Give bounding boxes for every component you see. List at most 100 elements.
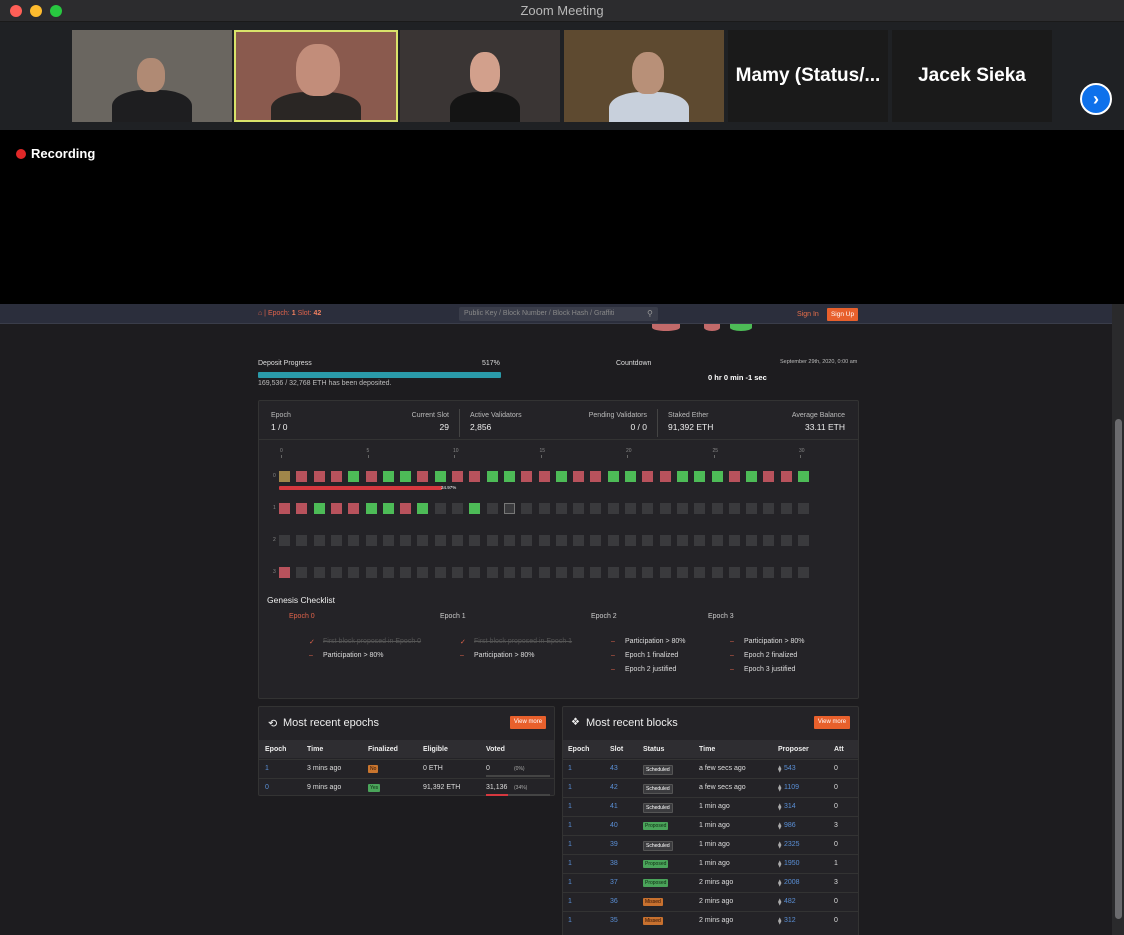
slot-square[interactable] <box>417 535 429 546</box>
slot-square[interactable] <box>694 567 706 578</box>
slot-square[interactable] <box>694 503 706 514</box>
block-proposer-link[interactable]: 312 <box>784 917 796 924</box>
slot-square[interactable] <box>676 567 688 578</box>
slot-square[interactable] <box>469 471 481 482</box>
block-proposer-link[interactable]: 1109 <box>784 784 799 791</box>
block-epoch-link[interactable]: 1 <box>568 822 572 829</box>
slot-square[interactable] <box>763 471 775 482</box>
sign-up-button[interactable]: Sign Up <box>827 308 858 321</box>
checklist-header-epoch-1[interactable]: Epoch 1 <box>440 613 466 620</box>
slot-square[interactable] <box>573 503 585 514</box>
block-proposer-link[interactable]: 1950 <box>784 860 800 867</box>
participant-video-2[interactable] <box>234 30 398 122</box>
slot-square[interactable] <box>625 535 636 546</box>
slot-square[interactable] <box>538 503 550 514</box>
slot-square[interactable] <box>382 471 394 482</box>
slot-square[interactable] <box>365 471 377 482</box>
block-slot-link[interactable]: 39 <box>610 841 618 848</box>
slot-square[interactable] <box>780 535 792 546</box>
slot-square[interactable] <box>503 471 515 482</box>
block-epoch-link[interactable]: 1 <box>568 917 572 924</box>
slot-square[interactable] <box>279 471 290 482</box>
slot-square[interactable] <box>798 535 809 546</box>
slot-square[interactable] <box>711 535 723 546</box>
slot-square[interactable] <box>798 503 809 514</box>
block-epoch-link[interactable]: 1 <box>568 898 572 905</box>
slot-square[interactable] <box>486 567 498 578</box>
slot-square[interactable] <box>798 567 809 578</box>
slot-square[interactable] <box>486 535 498 546</box>
slot-square[interactable] <box>365 535 377 546</box>
scrollbar-thumb[interactable] <box>1115 419 1122 919</box>
block-slot-link[interactable]: 41 <box>610 803 618 810</box>
slot-square[interactable] <box>538 535 550 546</box>
search-input[interactable]: Public Key / Block Number / Block Hash /… <box>459 307 658 321</box>
slot-square[interactable] <box>486 503 498 514</box>
slot-square[interactable] <box>538 471 550 482</box>
block-slot-link[interactable]: 43 <box>610 765 618 772</box>
slot-square[interactable] <box>676 503 688 514</box>
slot-square[interactable] <box>400 567 412 578</box>
slot-square[interactable] <box>763 567 775 578</box>
slot-square[interactable] <box>607 567 619 578</box>
slot-square[interactable] <box>313 567 325 578</box>
slot-square[interactable] <box>400 503 412 514</box>
slot-square[interactable] <box>365 567 377 578</box>
checklist-header-epoch-2[interactable]: Epoch 2 <box>591 613 617 620</box>
slot-square[interactable] <box>469 503 481 514</box>
slot-square[interactable] <box>296 471 308 482</box>
slot-square[interactable] <box>434 535 446 546</box>
slot-square[interactable] <box>607 535 619 546</box>
block-slot-link[interactable]: 38 <box>610 860 618 867</box>
slot-square[interactable] <box>521 535 533 546</box>
slot-square[interactable] <box>400 471 412 482</box>
slot-square[interactable] <box>746 503 758 514</box>
block-proposer-link[interactable]: 482 <box>784 898 796 905</box>
slot-square[interactable] <box>503 567 515 578</box>
slot-square[interactable] <box>728 535 740 546</box>
slot-square[interactable] <box>452 471 463 482</box>
block-proposer-link[interactable]: 2008 <box>784 879 800 886</box>
slot-square[interactable] <box>503 503 515 514</box>
block-proposer-link[interactable]: 314 <box>784 803 796 810</box>
block-proposer-link[interactable]: 2325 <box>784 841 800 848</box>
slot-square[interactable] <box>434 503 446 514</box>
slot-square[interactable] <box>417 503 429 514</box>
participant-name-tile-1[interactable]: Mamy (Status/... <box>728 30 888 122</box>
slot-square[interactable] <box>590 567 602 578</box>
slot-square[interactable] <box>521 503 533 514</box>
participant-name-tile-2[interactable]: Jacek Sieka <box>892 30 1052 122</box>
slot-square[interactable] <box>417 567 429 578</box>
block-slot-link[interactable]: 35 <box>610 917 618 924</box>
slot-square[interactable] <box>728 471 740 482</box>
slot-square[interactable] <box>746 567 758 578</box>
slot-square[interactable] <box>676 535 688 546</box>
slot-square[interactable] <box>659 471 671 482</box>
slot-square[interactable] <box>763 535 775 546</box>
slot-square[interactable] <box>365 503 377 514</box>
slot-square[interactable] <box>659 503 671 514</box>
block-epoch-link[interactable]: 1 <box>568 860 572 867</box>
slot-square[interactable] <box>434 471 446 482</box>
epochs-view-more-button[interactable]: View more <box>510 716 546 729</box>
slot-square[interactable] <box>469 567 481 578</box>
epoch-link[interactable]: 1 <box>265 765 269 772</box>
checklist-header-epoch-3[interactable]: Epoch 3 <box>708 613 734 620</box>
slot-square[interactable] <box>763 503 775 514</box>
slot-square[interactable] <box>711 567 723 578</box>
search-icon[interactable]: ⚲ <box>647 309 653 318</box>
slot-square[interactable] <box>348 567 360 578</box>
slot-square[interactable] <box>642 535 654 546</box>
slot-square[interactable] <box>330 471 342 482</box>
slot-square[interactable] <box>625 567 636 578</box>
slot-square[interactable] <box>590 535 602 546</box>
slot-square[interactable] <box>798 471 809 482</box>
slot-square[interactable] <box>538 567 550 578</box>
slot-square[interactable] <box>452 503 463 514</box>
block-proposer-link[interactable]: 543 <box>784 765 796 772</box>
slot-square[interactable] <box>313 471 325 482</box>
slot-square[interactable] <box>452 567 463 578</box>
slot-square[interactable] <box>382 567 394 578</box>
slot-square[interactable] <box>590 503 602 514</box>
slot-square[interactable] <box>382 503 394 514</box>
